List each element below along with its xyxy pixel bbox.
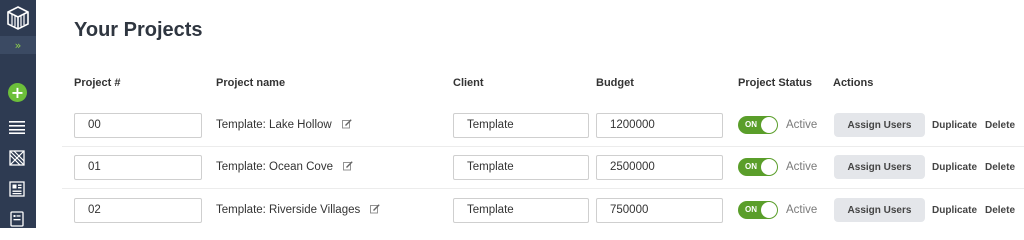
- edit-icon[interactable]: [343, 161, 353, 174]
- toggle-label: ON: [745, 205, 757, 214]
- row-divider: [62, 146, 1024, 147]
- assign-users-button[interactable]: Assign Users: [834, 198, 925, 222]
- dashboard-icon[interactable]: [8, 180, 26, 198]
- project-number-field[interactable]: 01: [74, 155, 202, 180]
- expand-icon[interactable]: »: [0, 36, 36, 54]
- project-number-field[interactable]: 00: [74, 113, 202, 138]
- project-name-text: Template: Riverside Villages: [216, 204, 361, 216]
- add-icon[interactable]: +: [8, 83, 27, 102]
- project-number-field[interactable]: 02: [74, 198, 202, 223]
- edit-icon[interactable]: [341, 119, 352, 132]
- edit-icon[interactable]: [370, 204, 381, 217]
- project-name: Template: Ocean Cove: [216, 161, 353, 174]
- toggle-knob: [761, 117, 777, 133]
- row-divider: [62, 188, 1024, 189]
- report-icon[interactable]: [8, 210, 26, 228]
- budget-field[interactable]: 2500000: [596, 155, 723, 180]
- toggle-label: ON: [745, 162, 757, 171]
- toggle-knob: [761, 159, 777, 175]
- client-field[interactable]: Template: [453, 198, 589, 223]
- project-name: Template: Lake Hollow: [216, 119, 352, 132]
- status-toggle[interactable]: ON: [738, 158, 778, 176]
- column-header-actions: Actions: [833, 77, 874, 89]
- client-field[interactable]: Template: [453, 113, 589, 138]
- budget-field[interactable]: 750000: [596, 198, 723, 223]
- delete-link[interactable]: Delete: [985, 205, 1015, 216]
- project-name-text: Template: Lake Hollow: [216, 119, 332, 131]
- list-icon[interactable]: [8, 118, 26, 136]
- column-header-name: Project name: [216, 77, 286, 89]
- duplicate-link[interactable]: Duplicate: [932, 162, 977, 173]
- sidebar: » +: [0, 0, 36, 228]
- project-name-text: Template: Ocean Cove: [216, 161, 333, 173]
- client-field[interactable]: Template: [453, 155, 589, 180]
- status-text: Active: [786, 119, 818, 131]
- column-header-client: Client: [453, 77, 484, 89]
- page-title: Your Projects: [74, 19, 203, 41]
- assign-users-button[interactable]: Assign Users: [834, 155, 925, 179]
- project-name: Template: Riverside Villages: [216, 204, 381, 217]
- column-header-status: Project Status: [738, 77, 812, 89]
- status-text: Active: [786, 204, 818, 216]
- status-toggle[interactable]: ON: [738, 201, 778, 219]
- assign-users-button[interactable]: Assign Users: [834, 113, 925, 137]
- column-header-number: Project #: [74, 77, 121, 89]
- column-header-budget: Budget: [596, 77, 634, 89]
- duplicate-link[interactable]: Duplicate: [932, 120, 977, 131]
- toggle-knob: [761, 202, 777, 218]
- logo-icon[interactable]: [0, 0, 36, 36]
- delete-link[interactable]: Delete: [985, 120, 1015, 131]
- toggle-label: ON: [745, 120, 757, 129]
- status-text: Active: [786, 161, 818, 173]
- status-toggle[interactable]: ON: [738, 116, 778, 134]
- pattern-icon[interactable]: [8, 149, 26, 167]
- duplicate-link[interactable]: Duplicate: [932, 205, 977, 216]
- delete-link[interactable]: Delete: [985, 162, 1015, 173]
- budget-field[interactable]: 1200000: [596, 113, 723, 138]
